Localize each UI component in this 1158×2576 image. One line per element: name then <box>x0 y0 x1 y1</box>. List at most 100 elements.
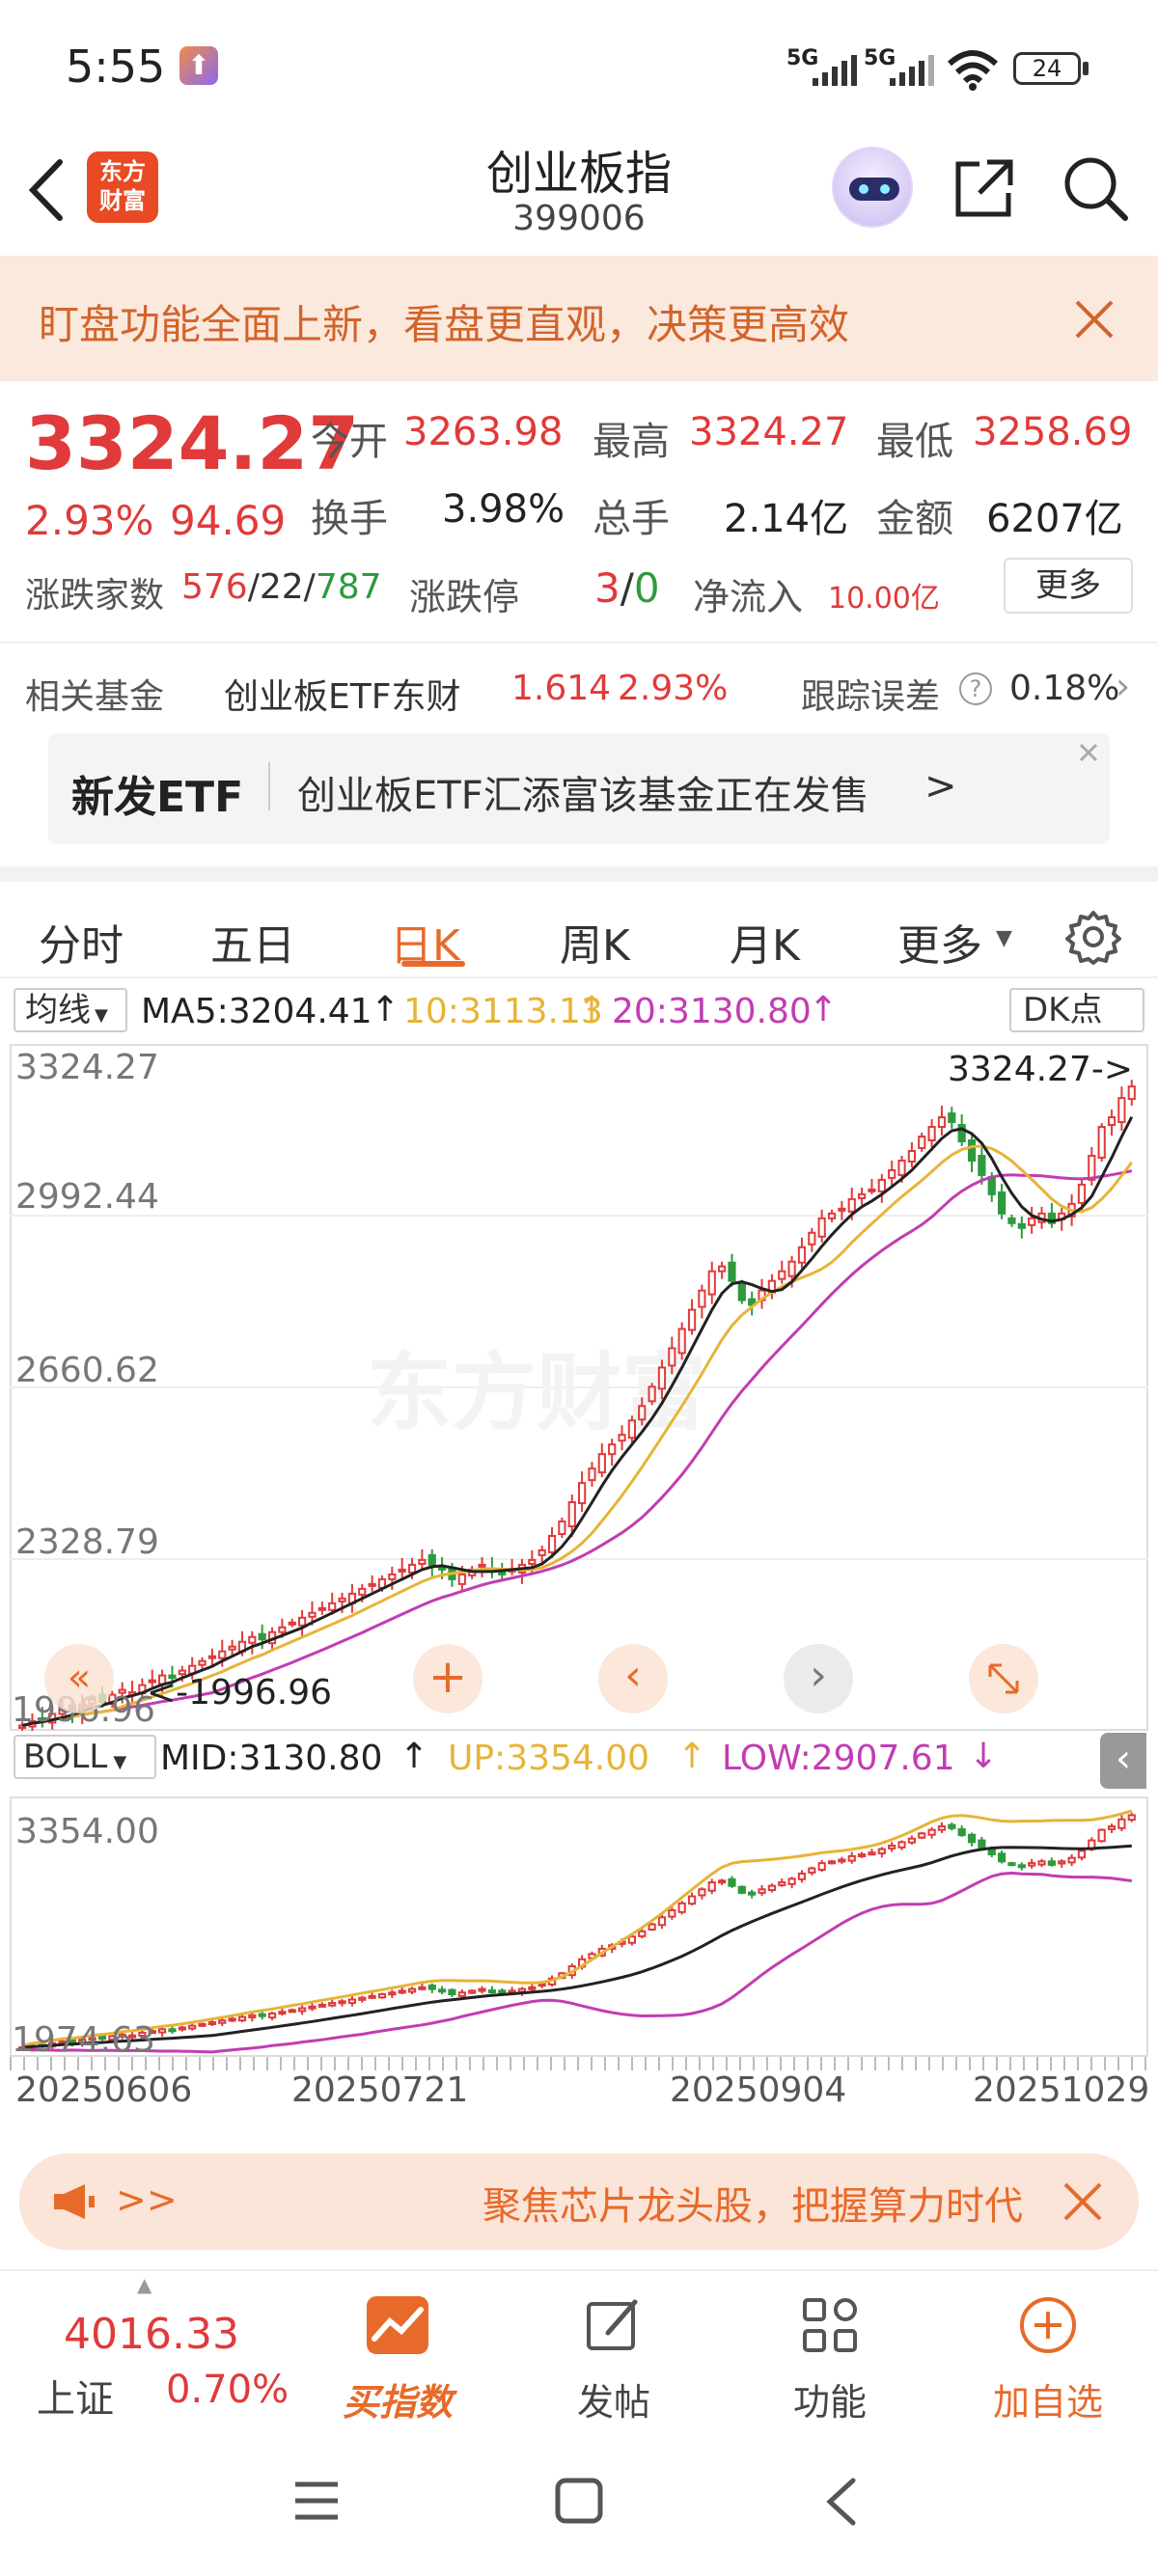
candle-body <box>1047 1860 1057 1866</box>
axis-tick-2: 2992.44 <box>15 1177 159 1217</box>
candle-body <box>718 1879 727 1884</box>
wifi-icon <box>947 50 999 91</box>
breadth-values: 576/22/787 <box>181 567 382 607</box>
fund-pct: 2.93% <box>618 669 729 708</box>
candle-body <box>278 2011 287 2015</box>
ma-select[interactable]: 均线 ▼ <box>14 988 127 1032</box>
candle-body <box>158 2028 167 2034</box>
candle-body <box>347 1998 356 2005</box>
boll-chart-svg[interactable] <box>10 1796 1148 2057</box>
close-small-icon[interactable] <box>1075 739 1102 766</box>
tab-intraday[interactable]: 分时 <box>39 911 124 973</box>
more-button[interactable]: 更多 <box>1004 558 1133 614</box>
candle-body <box>427 1984 436 1990</box>
candle-body <box>967 1138 977 1162</box>
logo-text-top: 东方 <box>99 158 146 185</box>
tab-monthly-k[interactable]: 月K <box>730 911 800 973</box>
candle-body <box>388 1573 397 1580</box>
related-fund-row[interactable]: 相关基金 创业板ETF东财 1.614 2.93% 跟踪误差 ? 0.18% › <box>0 642 1158 728</box>
search-icon[interactable] <box>1060 152 1131 224</box>
back-arrow-icon[interactable] <box>21 156 69 224</box>
app-logo[interactable]: 东方 财富 <box>87 151 158 223</box>
ad-marquee[interactable]: >> 聚焦芯片龙头股，把握算力时代 <box>19 2153 1139 2250</box>
amount-value: 6207亿 <box>986 497 1123 541</box>
candle-body <box>797 1246 807 1264</box>
candle-body <box>448 1988 456 1996</box>
candle-body <box>457 1991 466 1997</box>
candle-body <box>758 1888 766 1894</box>
tab-more[interactable]: 更多 <box>897 911 982 973</box>
date-label-2: 20250721 <box>291 2070 469 2110</box>
candle-body <box>1097 1126 1106 1159</box>
candle-body <box>1007 1217 1016 1224</box>
candle-body <box>888 1168 896 1179</box>
index-ticker[interactable]: ▲ 4016.33 上证 0.70% <box>0 2271 309 2430</box>
candle-body <box>618 1434 626 1442</box>
close-ad-icon[interactable] <box>1062 2180 1104 2223</box>
menu-icon[interactable] <box>291 2479 342 2523</box>
period-tabs: 分时 五日 日K 周K 月K 更多 ▼ <box>0 882 1158 978</box>
boll-up: UP:3354.00 <box>448 1739 650 1778</box>
add-watchlist-button[interactable]: 加自选 <box>951 2271 1144 2430</box>
zoom-in-button[interactable]: + <box>413 1644 482 1713</box>
candle-body <box>967 1833 977 1844</box>
home-square-icon[interactable] <box>554 2477 604 2525</box>
volume-label: 总手 <box>593 497 670 541</box>
ma10-value: 10:3113.13 <box>403 992 603 1031</box>
fullscreen-button[interactable] <box>969 1644 1038 1713</box>
candle-body <box>877 1178 886 1192</box>
candle-body <box>1017 1864 1026 1869</box>
collapse-panel-button[interactable]: ‹ <box>1100 1733 1146 1789</box>
functions-button[interactable]: 功能 <box>733 2271 926 2430</box>
candle-body <box>478 1987 486 1992</box>
buy-index-button[interactable]: 买指数 <box>301 2271 494 2430</box>
main-kline-svg[interactable]: 东方财富 <box>10 1044 1148 1731</box>
candle-body <box>648 1923 656 1931</box>
boll-select[interactable]: BOLL ▼ <box>14 1735 156 1779</box>
candle-body <box>838 1858 846 1863</box>
candle-body <box>328 2002 337 2007</box>
dk-point-button[interactable]: DK点 <box>1009 988 1144 1032</box>
rewind-button[interactable]: « <box>44 1644 114 1713</box>
prev-button[interactable]: ‹ <box>598 1644 668 1713</box>
candle-body <box>338 1597 346 1603</box>
ma20-value: 20:3130.80 <box>612 992 812 1031</box>
candle-body <box>687 1308 697 1331</box>
amount-label: 金额 <box>876 497 953 541</box>
next-button[interactable]: › <box>784 1644 853 1713</box>
new-etf-card[interactable]: 新发ETF 创业板ETF汇添富该基金正在发售 > <box>48 733 1110 844</box>
candle-body <box>198 2022 207 2027</box>
banner-text: 盯盘功能全面上新，看盘更直观，决策更高效 <box>39 301 850 348</box>
candle-body <box>418 1986 427 1990</box>
candle-body <box>457 1573 466 1585</box>
help-icon[interactable]: ? <box>959 672 992 705</box>
candle-body <box>638 1405 647 1421</box>
close-icon[interactable] <box>1073 298 1116 341</box>
add-circle-icon <box>1020 2297 1076 2353</box>
high-label: 最高 <box>593 420 670 464</box>
settings-gear-icon[interactable] <box>1065 909 1121 965</box>
candle-body <box>258 1632 266 1641</box>
candle-body <box>677 1328 686 1355</box>
candle-body <box>778 1881 786 1886</box>
high-value: 3324.27 <box>689 410 849 454</box>
active-tab-indicator <box>401 961 465 967</box>
candle-body <box>787 1877 796 1885</box>
back-nav-icon[interactable] <box>822 2477 861 2527</box>
candle-body <box>778 1270 786 1280</box>
candle-body <box>1077 1850 1087 1859</box>
promo-banner[interactable]: 盯盘功能全面上新，看盘更直观，决策更高效 <box>0 256 1158 381</box>
post-button[interactable]: 发帖 <box>517 2271 710 2430</box>
status-time: 5:55 <box>66 41 166 93</box>
ai-assistant-icon[interactable] <box>832 147 913 228</box>
fund-name[interactable]: 创业板ETF东财 <box>224 669 460 719</box>
date-label-1: 20250606 <box>15 2070 193 2110</box>
candle-body <box>1088 1154 1096 1181</box>
share-icon[interactable] <box>951 154 1018 222</box>
candle-body <box>707 1881 716 1892</box>
candle-body <box>638 1930 647 1937</box>
candle-body <box>1037 1860 1046 1866</box>
tab-five-day[interactable]: 五日 <box>210 911 295 973</box>
tab-weekly-k[interactable]: 周K <box>560 911 630 973</box>
candle-body <box>517 1987 527 1993</box>
